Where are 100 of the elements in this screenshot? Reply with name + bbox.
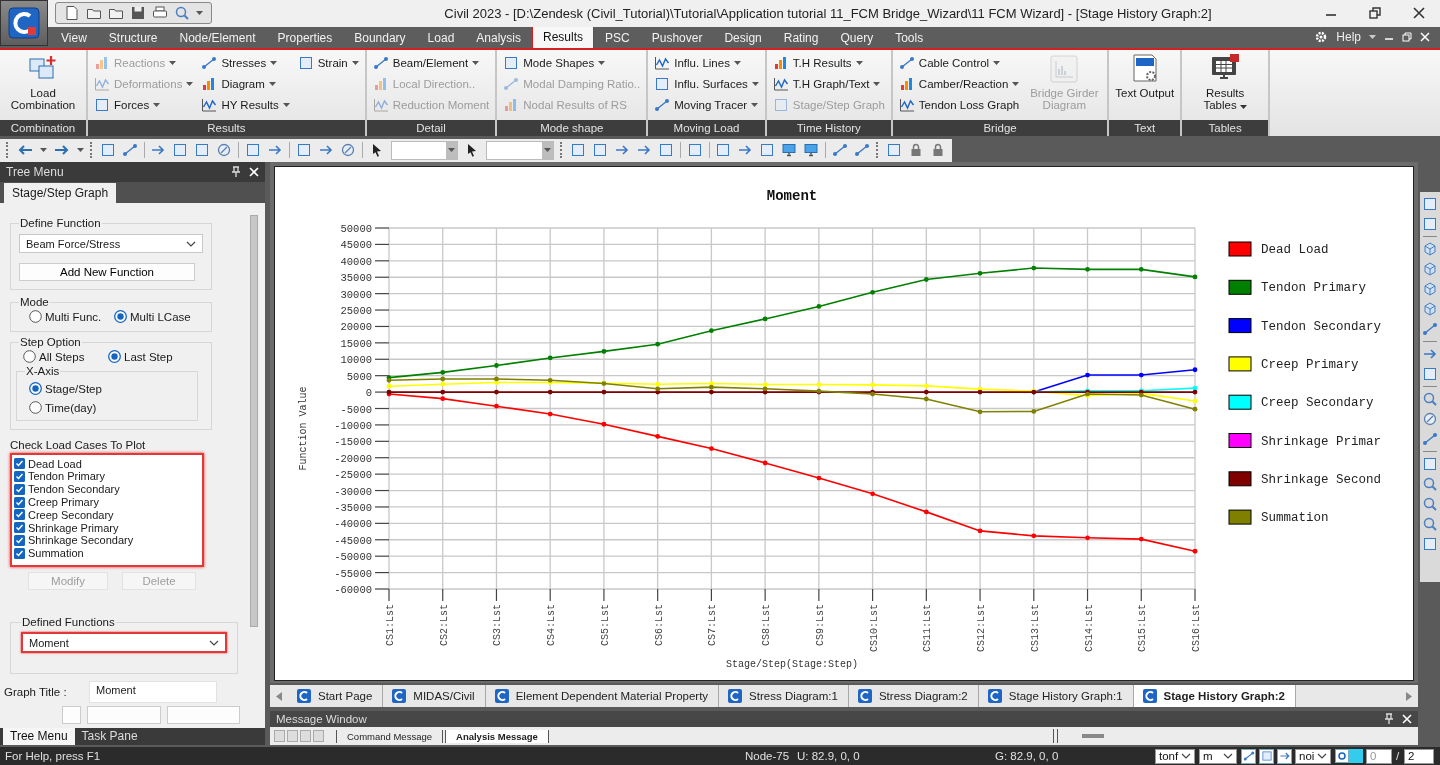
nav-button[interactable] (300, 730, 311, 743)
scroll-right-icon[interactable] (1406, 691, 1412, 701)
ribbon-button[interactable]: Influ. Lines (654, 52, 759, 74)
menu-tab[interactable]: Load (416, 26, 466, 48)
menu-tab[interactable]: Query (829, 26, 885, 48)
circle-icon[interactable] (216, 142, 233, 159)
cube-icon[interactable] (1422, 241, 1438, 258)
radio-option[interactable]: All Steps (23, 350, 108, 364)
menu-tab[interactable]: Node/Element (168, 26, 267, 48)
unit-dropdown[interactable]: tonf (1155, 748, 1195, 764)
checkbox-icon[interactable] (14, 496, 25, 508)
message-tab[interactable]: Analysis Message (445, 729, 549, 743)
ribbon-button[interactable]: Load Combination (6, 52, 80, 111)
document-tab[interactable]: MIDAS/Civil (383, 685, 486, 708)
radio-option[interactable]: Multi Func. (29, 310, 114, 324)
node-icon[interactable] (1422, 431, 1438, 448)
scrollbar[interactable] (1081, 734, 1104, 739)
save-icon[interactable] (130, 5, 146, 22)
nav-button[interactable] (274, 730, 285, 743)
combo-field[interactable] (486, 140, 554, 160)
radio-icon[interactable] (29, 401, 42, 415)
settings-icon[interactable] (1314, 30, 1329, 45)
add-function-button[interactable]: Add New Function (19, 263, 195, 282)
ribbon-button[interactable]: Mode Shapes (503, 52, 641, 74)
help-menu[interactable]: Help (1336, 30, 1361, 45)
frame-icon[interactable] (686, 142, 703, 159)
ribbon-button[interactable]: Influ. Surfaces (654, 73, 759, 95)
page-icon[interactable] (64, 5, 80, 22)
document-tab[interactable]: Stage History Graph:1 (978, 685, 1134, 708)
checkbox-item[interactable]: Shrinkage Secondary (14, 534, 200, 547)
restore-icon[interactable] (1402, 32, 1412, 43)
menu-tab[interactable]: Results (532, 25, 594, 48)
splitter[interactable] (1052, 729, 1058, 744)
snap-button[interactable] (1277, 748, 1292, 764)
ribbon-button[interactable]: Strain (297, 52, 359, 74)
frame-icon[interactable] (99, 142, 116, 159)
dropdown-field[interactable]: Moment (21, 632, 227, 654)
checkbox-icon[interactable] (14, 470, 25, 482)
ribbon-button[interactable]: Tendon Loss Graph (898, 94, 1020, 116)
frame-icon[interactable] (591, 142, 608, 159)
radio-option[interactable]: Multi LCase (114, 310, 191, 324)
restore-icon[interactable] (1368, 6, 1382, 21)
menu-tab[interactable]: Analysis (465, 26, 532, 48)
frame-icon[interactable] (759, 142, 776, 159)
document-tab[interactable]: Stress Diagram:1 (719, 685, 849, 708)
checkbox-icon[interactable] (14, 458, 25, 470)
panel-tab[interactable]: Tree Menu (3, 728, 75, 746)
frame-icon[interactable] (1422, 366, 1438, 383)
frame-icon[interactable] (715, 142, 732, 159)
checkbox-icon[interactable] (14, 534, 25, 546)
radio-icon[interactable] (29, 382, 42, 396)
zoom-icon[interactable] (1422, 391, 1438, 408)
frame-icon[interactable] (1422, 456, 1438, 473)
ribbon-button[interactable]: HY Results (201, 94, 290, 116)
checkbox-icon[interactable] (14, 509, 25, 521)
frame-icon[interactable] (657, 142, 674, 159)
color-swatch[interactable] (1349, 749, 1363, 764)
document-tab[interactable]: Start Page (288, 685, 384, 708)
menu-tab[interactable]: Structure (97, 26, 169, 48)
cube-icon[interactable] (1422, 261, 1438, 278)
checkbox-item[interactable]: Summation (14, 546, 200, 560)
node-icon[interactable] (832, 142, 849, 159)
panel-tab[interactable]: Task Pane (74, 728, 145, 746)
checkbox-list[interactable]: Dead Load Tendon Primary Tendon Secondary Creep Primary Creep Secondary Shrinkage Primary Shrinkage Secondary Summation (10, 453, 204, 568)
checkbox-icon[interactable] (14, 483, 25, 495)
circle-icon[interactable] (1422, 411, 1438, 428)
frame-icon[interactable] (296, 142, 313, 159)
checkbox-item[interactable]: Shrinkage Primary (14, 521, 200, 534)
panel-tab[interactable]: Stage/Step Graph (4, 183, 117, 204)
checkbox-icon[interactable] (14, 522, 25, 534)
ribbon-button[interactable]: Cable Control (898, 52, 1020, 74)
ribbon-button[interactable]: Results Tables (1188, 52, 1263, 111)
ribbon-button[interactable]: T.H Results (772, 52, 885, 74)
unit-dropdown[interactable]: m (1199, 748, 1237, 764)
frame-icon[interactable] (1422, 216, 1438, 233)
scroll-left-icon[interactable] (276, 691, 282, 701)
zoom-icon[interactable] (174, 5, 190, 22)
menu-tab[interactable]: Rating (772, 26, 830, 48)
message-tab[interactable]: Command Message (336, 729, 443, 743)
node-icon[interactable] (1422, 321, 1438, 338)
frame-icon[interactable] (194, 142, 211, 159)
zoom-icon[interactable] (1422, 476, 1438, 493)
cube-icon[interactable] (1422, 281, 1438, 298)
help-icon[interactable] (1335, 749, 1349, 764)
node-icon[interactable] (854, 142, 871, 159)
pin-icon[interactable] (231, 166, 241, 179)
snap-button[interactable] (1259, 748, 1274, 764)
checkbox-item[interactable]: Creep Secondary (14, 508, 200, 522)
checkbox-item[interactable]: Tendon Secondary (14, 482, 200, 496)
circle-icon[interactable] (340, 142, 357, 159)
frame-icon[interactable] (172, 142, 189, 159)
ribbon-button[interactable]: T.H Graph/Text (772, 73, 885, 95)
ribbon-button[interactable]: Forces (94, 94, 194, 116)
node-icon[interactable] (121, 142, 138, 159)
menu-tab[interactable]: Boundary (343, 26, 417, 48)
ribbon-button[interactable]: Beam/Element (372, 52, 490, 74)
menu-tab[interactable]: View (50, 26, 98, 48)
radio-option[interactable]: Time(day) (29, 398, 189, 418)
spin-field[interactable]: 2 (1404, 748, 1434, 764)
radio-option[interactable]: Stage/Step (29, 379, 189, 399)
